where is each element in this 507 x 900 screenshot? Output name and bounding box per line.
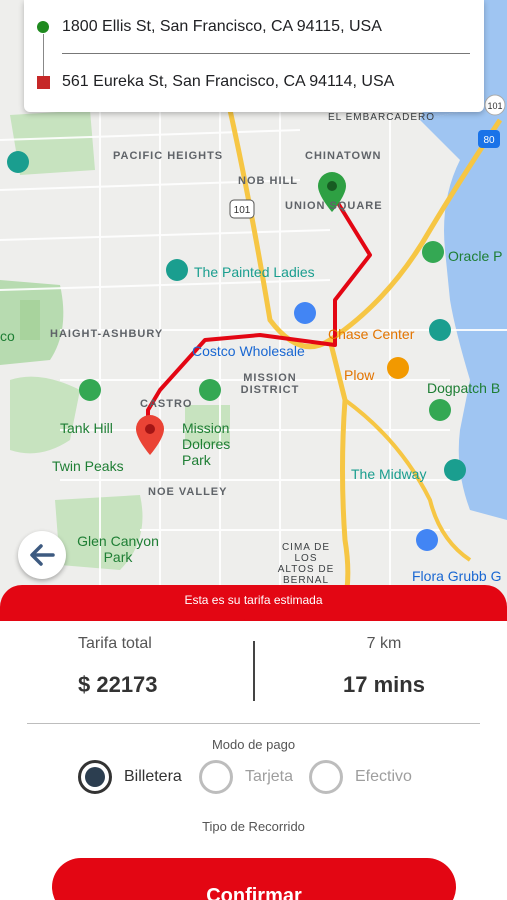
plow-marker (387, 357, 409, 379)
payment-mode-label: Modo de pago (211, 737, 296, 752)
poi-marker-nw (7, 151, 29, 173)
district-bernal: CIMA DE LOS ALTOS DE BERNAL (277, 542, 335, 586)
address-separator (62, 53, 470, 54)
district-nob-hill: NOB HILL (238, 175, 298, 187)
destination-row[interactable]: 561 Eureka St, San Francisco, CA 94114, … (24, 62, 484, 102)
poi-costco[interactable]: Costco Wholesale (192, 343, 305, 359)
payment-option-efectivo[interactable]: Efectivo (309, 759, 412, 795)
payment-option-billetera[interactable]: Billetera (78, 759, 182, 795)
origin-address: 1800 Ellis St, San Francisco, CA 94115, … (62, 18, 382, 35)
sheet-header: Esta es su tarifa estimada (0, 585, 507, 621)
poi-flora-grubb[interactable]: Flora Grubb G (412, 568, 501, 584)
chase-center-marker (429, 319, 451, 341)
payment-option-label: Billetera (124, 768, 182, 785)
poi-dolores-park[interactable]: Mission Dolores Park (182, 420, 262, 468)
poi-midway[interactable]: The Midway (351, 466, 426, 482)
radio-checked-icon[interactable] (78, 760, 112, 794)
painted-ladies-marker (166, 259, 188, 281)
destination-square-icon (37, 75, 50, 89)
park-twin-peaks (10, 376, 80, 454)
radio-unchecked-icon[interactable] (309, 760, 343, 794)
poi-glen-canyon[interactable]: Glen Canyon Park (72, 533, 164, 565)
trip-info-block: 7 km 17 mins (254, 635, 507, 698)
radio-unchecked-icon[interactable] (199, 760, 233, 794)
bay-water (420, 100, 507, 520)
district-mission: MISSION DISTRICT (240, 372, 300, 396)
svg-text:80: 80 (483, 135, 495, 146)
payment-option-label: Efectivo (355, 768, 412, 785)
park-panhandle (20, 300, 40, 340)
back-button[interactable] (18, 531, 66, 579)
payment-option-label: Tarjeta (245, 768, 294, 785)
district-union-square: UNION SQUARE (285, 200, 383, 212)
flora-grubb-marker (416, 529, 438, 551)
oracle-park-marker (422, 241, 444, 263)
distance-value: 7 km (366, 635, 402, 652)
fare-sheet: Tarifa total $ 22173 7 km 17 mins Modo d… (0, 621, 507, 900)
poi-twin-peaks[interactable]: Twin Peaks (52, 458, 124, 474)
duration-value: 17 mins (343, 672, 425, 697)
svg-text:101: 101 (234, 205, 251, 216)
trip-type-label: Tipo de Recorrido (202, 819, 305, 834)
district-haight-ashbury: HAIGHT-ASHBURY (50, 328, 164, 340)
svg-text:101: 101 (487, 101, 502, 111)
poi-co[interactable]: co (0, 328, 15, 344)
confirm-button[interactable]: Confirmar (52, 858, 456, 900)
origin-dot-icon (37, 21, 49, 33)
destination-address: 561 Eureka St, San Francisco, CA 94114, … (62, 73, 395, 90)
origin-row[interactable]: 1800 Ellis St, San Francisco, CA 94115, … (24, 7, 484, 47)
district-noe-valley: NOE VALLEY (148, 486, 228, 498)
horizontal-divider (27, 723, 480, 724)
district-pacific-heights: PACIFIC HEIGHTS (113, 150, 224, 162)
tank-hill-marker (79, 379, 101, 401)
district-castro: CASTRO (140, 398, 193, 410)
street-embarcadero: EL EMBARCADERO (328, 112, 435, 123)
sheet-title: Esta es su tarifa estimada (184, 593, 323, 607)
dolores-park-marker (199, 379, 221, 401)
dogpatch-marker (429, 399, 451, 421)
poi-oracle[interactable]: Oracle P (448, 248, 502, 264)
district-chinatown: CHINATOWN (305, 150, 382, 162)
poi-dogpatch[interactable]: Dogpatch B (427, 380, 500, 396)
poi-plow[interactable]: Plow (344, 367, 374, 383)
arrow-left-icon (30, 544, 55, 566)
poi-painted-ladies[interactable]: The Painted Ladies (194, 264, 315, 280)
payment-option-tarjeta[interactable]: Tarjeta (199, 759, 293, 795)
midway-marker (444, 459, 466, 481)
costco-marker (294, 302, 316, 324)
poi-chase-center[interactable]: Chase Center (328, 326, 414, 342)
address-card: 1800 Ellis St, San Francisco, CA 94115, … (24, 0, 484, 112)
poi-tank-hill[interactable]: Tank Hill (60, 420, 113, 436)
